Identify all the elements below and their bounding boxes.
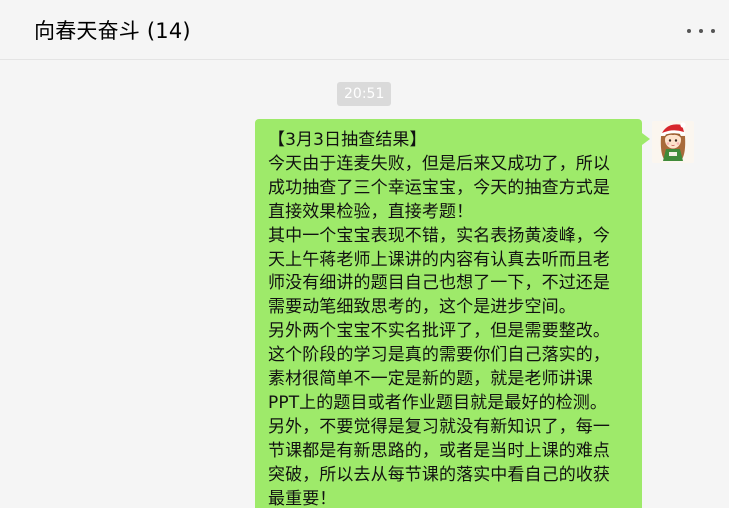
message-line: PPT上的题目或者作业题目就是最好的检测。 bbox=[268, 392, 607, 413]
message-timestamp: 20:51 bbox=[337, 82, 392, 106]
message-line: 天上午蒋老师上课讲的内容有认真去听而且老 bbox=[268, 249, 610, 270]
message-line: 需要动笔细致思考的，这个是进步空间。 bbox=[268, 297, 576, 318]
message-line: 这个阶段的学习是真的需要你们自己落实的， bbox=[268, 345, 610, 366]
message-list[interactable]: 20:51 【3月3日抽查结果】 今天由于连麦失败，但是后来又成功了，所以 成功… bbox=[0, 61, 729, 508]
message-bubble[interactable]: 【3月3日抽查结果】 今天由于连麦失败，但是后来又成功了，所以 成功抽查了三个幸… bbox=[255, 119, 650, 508]
message-line: 直接效果检验，直接考题！ bbox=[268, 201, 474, 222]
message-line: 师没有细讲的题目自己也想了一下，不过还是 bbox=[268, 273, 610, 294]
message-line: 节课都是有新思路的，或者是当时上课的难点 bbox=[268, 440, 610, 461]
message-line: 今天由于连麦失败，但是后来又成功了，所以 bbox=[268, 153, 610, 174]
message-line: 最重要！ bbox=[268, 488, 337, 508]
message-line: 另外两个宝宝不实名批评了，但是需要整改。 bbox=[268, 321, 610, 342]
message-line: 其中一个宝宝表现不错，实名表扬黄凌峰，今 bbox=[268, 225, 610, 246]
avatar[interactable] bbox=[652, 121, 694, 163]
message-line: 突破，所以去从每节课的落实中看自己的收获 bbox=[268, 464, 610, 485]
more-options-button[interactable] bbox=[687, 24, 715, 38]
more-dots-icon bbox=[699, 29, 703, 33]
message-line: 【3月3日抽查结果】 bbox=[268, 130, 427, 150]
chat-header: 向春天奋斗 (14) bbox=[0, 0, 729, 60]
cartoon-girl-avatar-icon bbox=[652, 121, 694, 163]
chat-title: 向春天奋斗 (14) bbox=[34, 19, 191, 43]
message-line: 素材很简单不一定是新的题，就是老师讲课 bbox=[268, 369, 593, 390]
message-line: 成功抽查了三个幸运宝宝，今天的抽查方式是 bbox=[268, 177, 610, 198]
more-dots-icon bbox=[711, 29, 715, 33]
more-dots-icon bbox=[687, 29, 691, 33]
message-line: 另外，不要觉得是复习就没有新知识了，每一 bbox=[268, 416, 610, 437]
chat-window: 向春天奋斗 (14) 20:51 【3月3日抽查结果】 今天由于连麦失败，但是后… bbox=[0, 0, 729, 508]
